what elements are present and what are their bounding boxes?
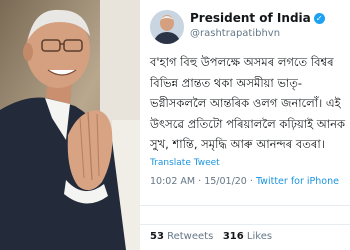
divider: [140, 224, 350, 225]
likes-label: Likes: [246, 231, 273, 242]
tweet-card: President of India ✓ @rashtrapatibhvn ব'হ…: [140, 0, 350, 250]
author-name[interactable]: President of India ✓: [190, 11, 325, 25]
tweet-text-line: উৎসৱে প্ৰতিটো পৰিয়াললৈ কঢ়িয়াই আনক: [150, 116, 346, 131]
tweet-text-line: ভগ্নীসকললৈ আন্তৰিক ওলগ জনালোঁ। এই: [150, 96, 341, 110]
president-photo: [0, 0, 140, 250]
meta-separator: ·: [198, 176, 202, 187]
tweet-stats: 53 Retweets 316 Likes: [150, 231, 272, 242]
likes-count: 316: [222, 231, 244, 242]
author-avatar[interactable]: [150, 10, 184, 44]
tweet-time[interactable]: 10:02 AM: [150, 176, 195, 187]
tweet-meta: 10:02 AM · 15/01/20 · Twitter for iPhone: [150, 176, 339, 187]
president-photo-illustration: [0, 0, 140, 250]
retweets-stat[interactable]: 53 Retweets: [150, 231, 213, 242]
tweet-text-line: বিভিন্ন প্ৰান্তত থকা অসমীয়া ভাতৃ-: [150, 75, 303, 90]
translate-tweet-link[interactable]: Translate Tweet: [150, 158, 220, 168]
author-handle[interactable]: @rashtrapatibhvn: [190, 28, 280, 39]
tweet-text-line: ব'হাগ বিহু উপলক্ষে অসমৰ লগতে বিশ্বৰ: [150, 55, 334, 69]
tweet-source-app[interactable]: Twitter for iPhone: [256, 176, 339, 187]
retweets-label: Retweets: [167, 231, 214, 242]
retweets-count: 53: [150, 231, 164, 242]
verified-badge-icon: ✓: [313, 13, 325, 24]
likes-stat[interactable]: 316 Likes: [223, 231, 272, 242]
tweet-text: ব'হাগ বিহু উপলক্ষে অসমৰ লগতে বিশ্বৰ বিভি…: [150, 52, 350, 155]
tweet-date[interactable]: 15/01/20: [204, 176, 247, 187]
meta-separator: ·: [249, 176, 253, 187]
tweet-text-line: সুখ, শান্তি, সমৃদ্ধি আৰু আনন্দৰ বতৰা।: [150, 137, 325, 151]
divider: [140, 205, 350, 206]
avatar-illustration: [150, 10, 184, 44]
author-name-text: President of India: [190, 11, 311, 25]
